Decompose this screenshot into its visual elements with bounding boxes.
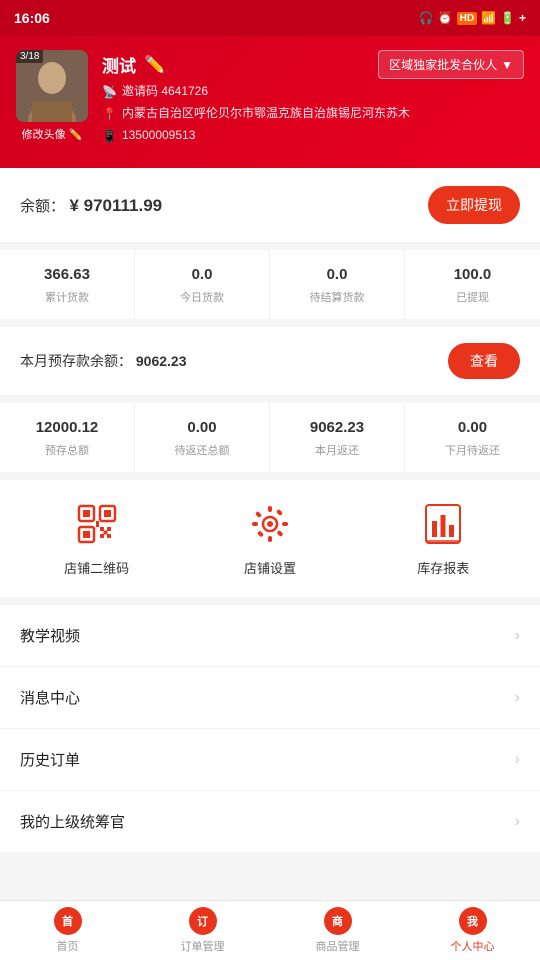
stat-next-month-return: 0.00 下月待返还 [405, 403, 540, 472]
partner-badge[interactable]: 区域独家批发合伙人 ▼ [378, 50, 524, 79]
avatar-wrap: 3/18 修改头像 ✏️ [16, 50, 88, 142]
deposit-section: 本月预存款余额： 9062.23 查看 [0, 327, 540, 403]
chevron-right-icon: › [515, 813, 520, 831]
tool-chart-label: 库存报表 [417, 558, 469, 577]
view-deposit-button[interactable]: 查看 [448, 343, 520, 379]
chevron-right-icon: › [515, 751, 520, 769]
deposit-display: 本月预存款余额： 9062.23 [20, 351, 187, 371]
edit-name-icon[interactable]: ✏️ [144, 55, 165, 75]
balance-display: 余额： ¥ 970111.99 [20, 195, 162, 216]
avatar: 3/18 [16, 50, 88, 122]
stat-item-withdrawn: 100.0 已提现 [405, 250, 540, 319]
tool-inventory-report[interactable]: 库存报表 [393, 500, 493, 577]
status-time: 16:06 [14, 10, 50, 26]
stat-item-today: 0.0 今日货款 [135, 250, 270, 319]
menu-list: 教学视频 › 消息中心 › 历史订单 › 我的上级统筹官 › [0, 605, 540, 852]
edit-photo-label[interactable]: 修改头像 ✏️ [16, 126, 88, 142]
gear-icon [246, 500, 294, 548]
menu-item-superior-manager[interactable]: 我的上级统筹官 › [0, 791, 540, 852]
status-icons: 🎧 ⏰ HD 📶 🔋 + [419, 11, 526, 25]
stat-item-cumulative: 366.63 累计货款 [0, 250, 135, 319]
chevron-down-icon: ▼ [501, 58, 513, 72]
stat-item-pending: 0.0 待结算货款 [270, 250, 405, 319]
avatar-badge: 3/18 [16, 50, 43, 63]
profile-section: 3/18 修改头像 ✏️ 测试 ✏️ 📡 邀请码 4641726 � [0, 36, 540, 168]
stat-pending-return: 0.00 待返还总额 [135, 403, 270, 472]
stat-monthly-return: 9062.23 本月返还 [270, 403, 405, 472]
qrcode-icon [73, 500, 121, 548]
nav-home[interactable]: 首 首页 [0, 901, 135, 960]
menu-item-teaching-video[interactable]: 教学视频 › [0, 605, 540, 667]
stats-grid: 366.63 累计货款 0.0 今日货款 0.0 待结算货款 100.0 已提现 [0, 250, 540, 327]
tool-store-settings[interactable]: 店铺设置 [220, 500, 320, 577]
bottom-nav: 首 首页 订 订单管理 商 商品管理 我 个人中心 [0, 900, 540, 960]
chevron-right-icon: › [515, 627, 520, 645]
menu-item-message-center[interactable]: 消息中心 › [0, 667, 540, 729]
balance-section: 余额： ¥ 970111.99 立即提现 [0, 168, 540, 250]
chart-icon [419, 500, 467, 548]
stat-total-deposit: 12000.12 预存总额 [0, 403, 135, 472]
deposit-stats-grid: 12000.12 预存总额 0.00 待返还总额 9062.23 本月返还 0.… [0, 403, 540, 480]
withdraw-button[interactable]: 立即提现 [428, 186, 520, 224]
tools-section: 店铺二维码 店铺设置 [0, 480, 540, 605]
nav-personal-center[interactable]: 我 个人中心 [405, 901, 540, 960]
invite-code-row: 📡 邀请码 4641726 [102, 83, 524, 101]
nav-product-management[interactable]: 商 商品管理 [270, 901, 405, 960]
tool-settings-label: 店铺设置 [244, 558, 296, 577]
menu-item-history-orders[interactable]: 历史订单 › [0, 729, 540, 791]
phone-row: 📱 13500009513 [102, 127, 524, 145]
nav-order-management[interactable]: 订 订单管理 [135, 901, 270, 960]
status-bar: 16:06 🎧 ⏰ HD 📶 🔋 + [0, 0, 540, 36]
tool-store-qrcode[interactable]: 店铺二维码 [47, 500, 147, 577]
address-row: 📍 内蒙古自治区呼伦贝尔市鄂温克族自治旗锡尼河东苏木 [102, 105, 524, 123]
chevron-right-icon: › [515, 689, 520, 707]
tool-qrcode-label: 店铺二维码 [64, 558, 129, 577]
